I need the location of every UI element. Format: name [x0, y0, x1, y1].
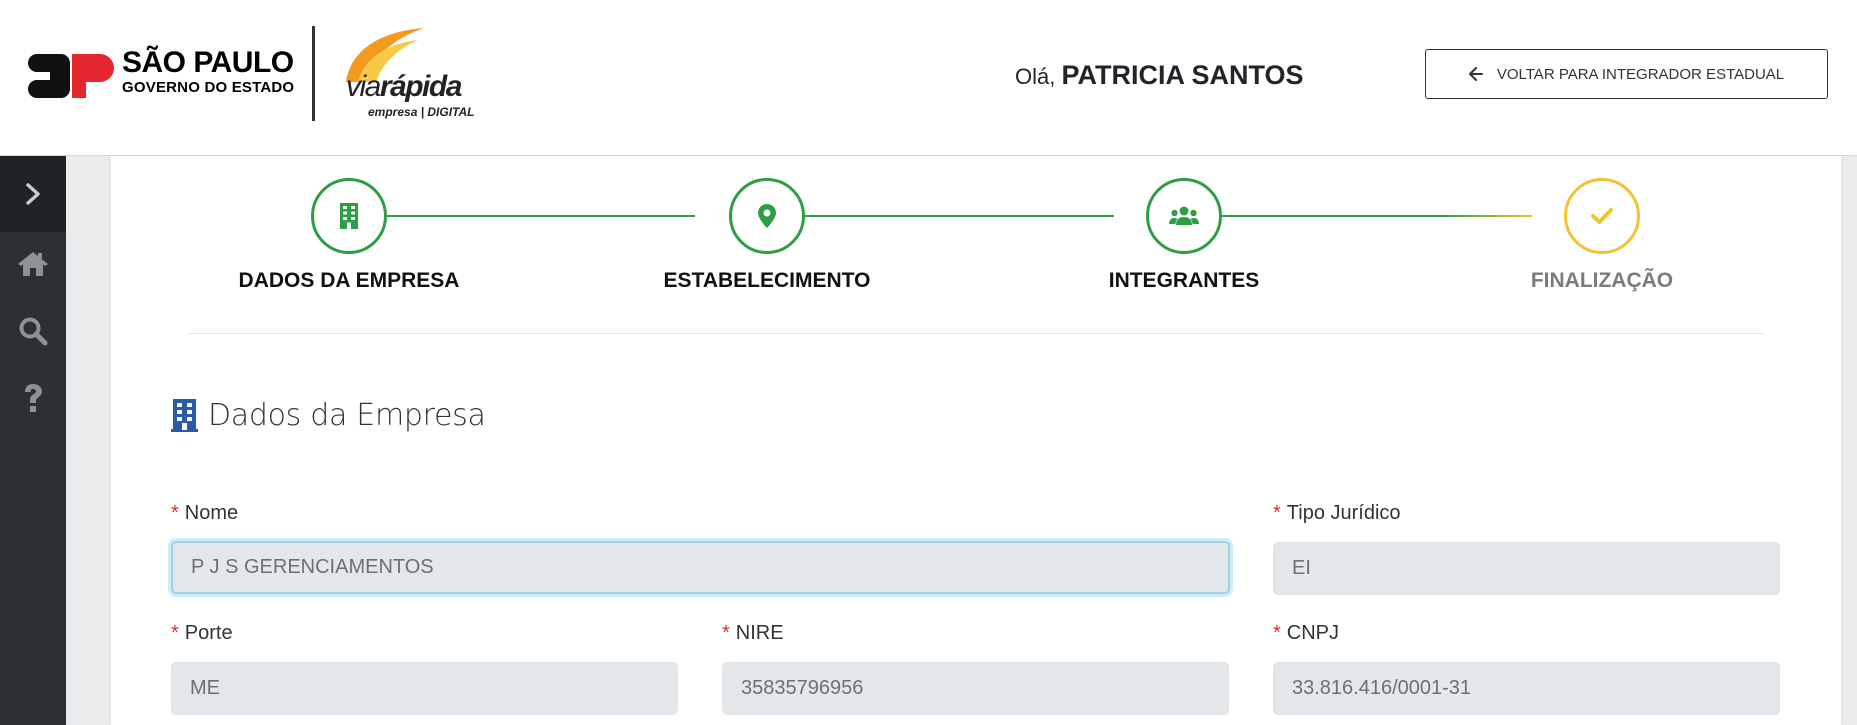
building-icon	[171, 399, 198, 432]
sao-paulo-logo-mark	[28, 54, 114, 98]
nome-field[interactable]: P J S GERENCIAMENTOS	[171, 541, 1230, 594]
required-mark: *	[722, 622, 730, 644]
check-icon	[1591, 208, 1613, 224]
sao-paulo-logo-text: SÃO PAULO GOVERNO DO ESTADO	[122, 46, 295, 96]
step-estabelecimento[interactable]	[729, 178, 805, 254]
map-marker-icon	[758, 204, 776, 228]
sidebar	[0, 156, 66, 725]
step-label: ESTABELECIMENTO	[663, 269, 871, 292]
logo-rapida: rápida	[379, 70, 463, 103]
nire-label: * NIRE	[722, 622, 784, 645]
required-mark: *	[1273, 622, 1281, 644]
arrow-left-icon	[1468, 67, 1483, 81]
user-greeting: Olá, PATRICIA SANTOS	[1015, 60, 1304, 91]
section-title: Dados da Empresa	[208, 398, 486, 433]
stepper-connector	[766, 215, 1114, 217]
cnpj-label: * CNPJ	[1273, 622, 1339, 645]
logo-via: via	[346, 70, 381, 103]
via-rapida-wordmark: viarápida	[346, 70, 463, 103]
porte-label: * Porte	[171, 622, 233, 645]
nire-label-text: NIRE	[735, 622, 784, 644]
nire-field[interactable]: 35835796956	[722, 662, 1229, 715]
step-label: DADOS DA EMPRESA	[238, 269, 460, 292]
logo-sp-subtitle: GOVERNO DO ESTADO	[122, 79, 295, 96]
greeting-prefix: Olá,	[1015, 64, 1056, 89]
nome-label-text: Nome	[184, 502, 239, 524]
cnpj-field[interactable]: 33.816.416/0001-31	[1273, 662, 1780, 715]
stepper-divider	[187, 333, 1765, 334]
main-content-card: DADOS DA EMPRESA ESTABELECIMENTO INTEGRA…	[111, 156, 1841, 725]
nome-label: * Nome	[171, 502, 238, 525]
logo-sp-title: SÃO PAULO	[122, 46, 294, 79]
porte-label-text: Porte	[184, 622, 233, 644]
home-icon	[18, 252, 48, 276]
building-icon	[340, 203, 358, 229]
search-icon	[19, 317, 48, 346]
sidebar-item-home[interactable]	[0, 236, 66, 292]
tipo-juridico-field[interactable]: EI	[1273, 542, 1780, 595]
tipo-juridico-label-text: Tipo Jurídico	[1286, 502, 1401, 524]
stepper-connector	[349, 215, 695, 217]
stepper-connector	[1186, 215, 1532, 217]
users-icon	[1169, 206, 1199, 225]
sidebar-toggle-button[interactable]	[0, 156, 66, 232]
app-header: SÃO PAULO GOVERNO DO ESTADO viarápida em…	[0, 0, 1857, 156]
step-integrantes[interactable]	[1146, 178, 1222, 254]
sidebar-item-help[interactable]	[0, 370, 66, 426]
back-button-label: VOLTAR PARA INTEGRADOR ESTADUAL	[1496, 65, 1785, 83]
step-label: INTEGRANTES	[1108, 269, 1260, 292]
required-mark: *	[171, 502, 179, 524]
user-name: PATRICIA SANTOS	[1061, 60, 1304, 90]
question-icon	[25, 384, 42, 412]
section-header: Dados da Empresa	[171, 398, 486, 433]
tipo-juridico-label: * Tipo Jurídico	[1273, 502, 1401, 525]
required-mark: *	[1273, 502, 1281, 524]
sidebar-item-search[interactable]	[0, 303, 66, 359]
logo-divider	[312, 26, 315, 121]
chevron-right-icon	[26, 183, 40, 205]
cnpj-label-text: CNPJ	[1286, 622, 1340, 644]
via-rapida-tagline: empresa | DIGITAL	[368, 105, 475, 119]
step-label: FINALIZAÇÃO	[1530, 269, 1674, 292]
back-to-integrador-button[interactable]: VOLTAR PARA INTEGRADOR ESTADUAL	[1425, 49, 1828, 99]
step-dados-empresa[interactable]	[311, 178, 387, 254]
required-mark: *	[171, 622, 179, 644]
porte-field[interactable]: ME	[171, 662, 678, 715]
step-finalizacao[interactable]	[1564, 178, 1640, 254]
